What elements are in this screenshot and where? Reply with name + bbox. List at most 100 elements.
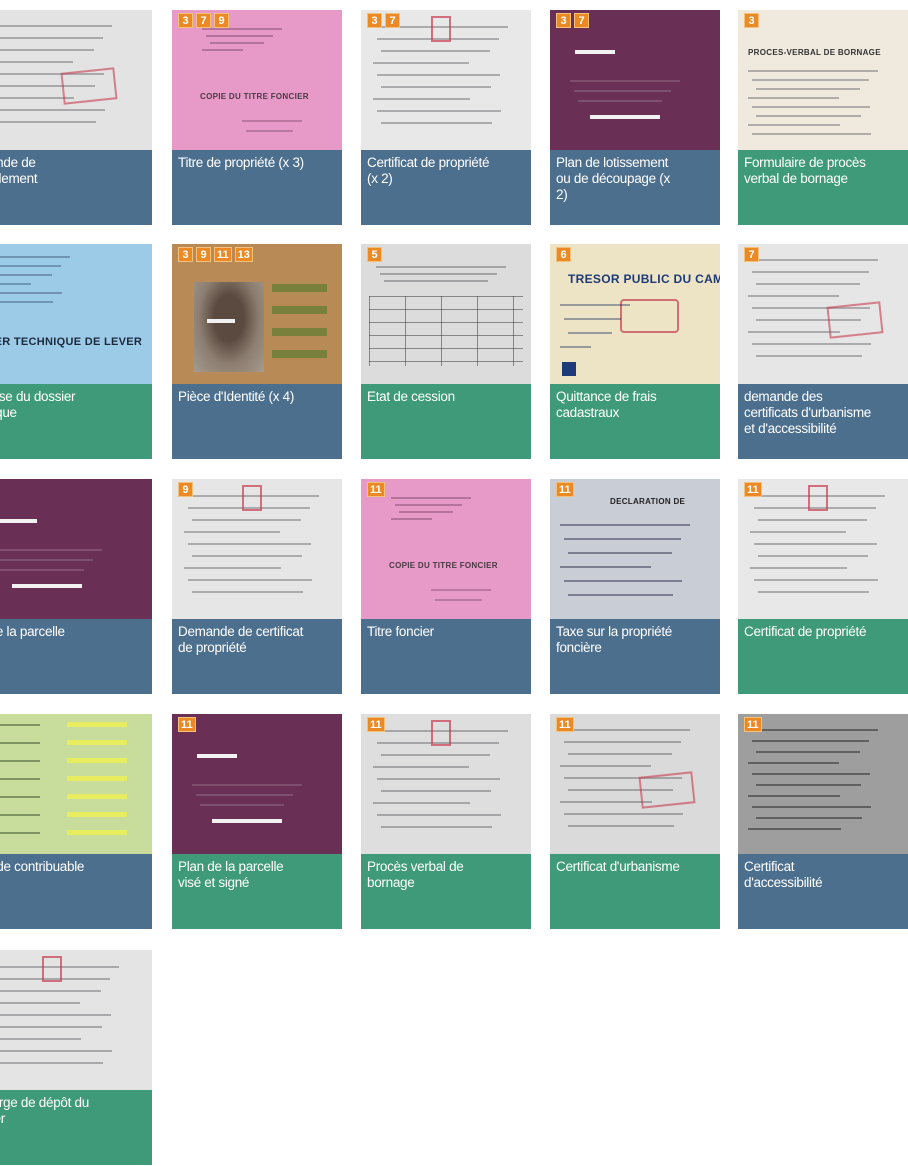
id-field	[272, 284, 327, 292]
text-line	[564, 538, 681, 540]
redacted-bar	[12, 584, 82, 588]
text-line	[381, 50, 490, 52]
step-badge: 3	[367, 13, 382, 28]
highlight-field	[67, 812, 127, 817]
text-line	[381, 122, 492, 124]
text-line	[0, 1050, 112, 1052]
text-line	[0, 549, 102, 551]
document-card[interactable]: 7 demande des certificats d'urbanisme et …	[738, 244, 908, 459]
text-line	[373, 98, 470, 100]
text-line	[384, 280, 488, 282]
text-line	[192, 519, 301, 521]
document-caption: rte de contribuable	[0, 854, 152, 929]
document-image	[0, 479, 152, 619]
stamp-mark	[808, 485, 828, 511]
document-card[interactable]: charge de dépôt du ssier	[0, 950, 152, 1165]
step-badge: 7	[196, 13, 211, 28]
text-line	[381, 790, 491, 792]
text-line	[560, 729, 690, 731]
document-card[interactable]: rte de contribuable	[0, 714, 152, 929]
text-line	[0, 569, 84, 571]
step-badge: 11	[367, 717, 385, 732]
document-caption: Certificat de propriété	[738, 619, 908, 694]
document-card[interactable]: SSIER TECHNIQUE DE LEVER emise du dossier…	[0, 244, 152, 459]
id-field	[272, 306, 327, 314]
step-badge: 3	[556, 13, 571, 28]
highlight-field	[67, 794, 127, 799]
document-card[interactable]: mande de rcellement	[0, 10, 152, 225]
document-card[interactable]: n de la parcelle	[0, 479, 152, 694]
text-line	[192, 784, 302, 786]
text-line	[750, 567, 847, 569]
step-badges: 379	[178, 13, 229, 28]
stamp-mark	[431, 720, 451, 746]
text-line	[564, 580, 682, 582]
text-line	[752, 773, 870, 775]
step-badges: 11	[744, 717, 762, 732]
document-card[interactable]: 3 7 Plan de lotissement ou de découpage (x…	[550, 10, 720, 225]
document-card[interactable]: COPIE DU TITRE FONCIER 3 7 9 Titre de propri…	[172, 10, 342, 225]
text-line	[0, 742, 40, 744]
document-card[interactable]: 11 Certificat d'urbanisme	[550, 714, 720, 929]
document-heading: TRESOR PUBLIC DU CAME	[568, 272, 720, 286]
text-line	[560, 524, 690, 526]
step-badges: 3	[744, 13, 759, 28]
document-heading: PROCES-VERBAL DE BORNAGE	[748, 48, 881, 57]
text-line	[373, 62, 469, 64]
text-line	[381, 826, 492, 828]
highlight-field	[67, 776, 127, 781]
document-card[interactable]: 11 Procès verbal de bornage	[361, 714, 531, 929]
step-badges: 7	[744, 247, 759, 262]
document-thumbnail: 3 9 11 13	[172, 244, 342, 384]
step-badges: 11	[556, 717, 574, 732]
text-line	[206, 35, 273, 37]
text-line	[381, 754, 490, 756]
id-field	[272, 328, 327, 336]
document-card[interactable]: 11 Certificat d'accessibilité	[738, 714, 908, 929]
step-badge: 11	[214, 247, 232, 262]
text-line	[192, 555, 302, 557]
text-line	[0, 61, 73, 63]
document-thumbnail: 5	[361, 244, 531, 384]
document-card[interactable]: 3 9 11 13 Pièce d'Identité (x 4)	[172, 244, 342, 459]
text-line	[202, 49, 243, 51]
document-card[interactable]: PROCES-VERBAL DE BORNAGE 3 Formulaire de p…	[738, 10, 908, 225]
step-badges: 11	[178, 717, 196, 732]
text-line	[748, 331, 840, 333]
text-line	[246, 130, 293, 132]
document-card[interactable]: COPIE DU TITRE FONCIER 11 Titre foncier	[361, 479, 531, 694]
step-badges: 9	[178, 482, 193, 497]
document-image	[738, 479, 908, 619]
document-card[interactable]: TRESOR PUBLIC DU CAME 6 Quittance de frais…	[550, 244, 720, 459]
document-thumbnail: 9	[172, 479, 342, 619]
document-thumbnail: DECLARATION DE 11	[550, 479, 720, 619]
document-image: PROCES-VERBAL DE BORNAGE	[738, 10, 908, 150]
text-line	[377, 814, 501, 816]
text-line	[0, 1014, 111, 1016]
text-line	[758, 519, 867, 521]
document-card[interactable]: 11 Plan de la parcelle visé et signé	[172, 714, 342, 929]
text-line	[0, 760, 40, 762]
redacted-bar	[575, 50, 615, 54]
document-heading: COPIE DU TITRE FONCIER	[389, 561, 498, 570]
document-caption: n de la parcelle	[0, 619, 152, 694]
redacted-bar	[0, 519, 37, 523]
text-line	[568, 594, 673, 596]
document-card[interactable]: 11 Certificat de propriété	[738, 479, 908, 694]
text-line	[380, 273, 497, 275]
highlight-field	[67, 740, 127, 745]
table-row-line	[369, 309, 523, 310]
document-image	[172, 479, 342, 619]
document-card[interactable]: 9 Demande de certificat de propriété	[172, 479, 342, 694]
document-card[interactable]: DECLARATION DE 11 Taxe sur la propriété fo…	[550, 479, 720, 694]
step-badge: 3	[744, 13, 759, 28]
text-line	[0, 121, 96, 123]
document-card[interactable]: 3 7 Certificat de propriété (x 2)	[361, 10, 531, 225]
document-card[interactable]: 5 Etat de cession	[361, 244, 531, 459]
document-thumbnail: 11	[550, 714, 720, 854]
highlight-field	[67, 722, 127, 727]
table-row-line	[369, 361, 523, 362]
text-line	[184, 531, 280, 533]
step-badge: 3	[178, 247, 193, 262]
text-line	[0, 37, 103, 39]
